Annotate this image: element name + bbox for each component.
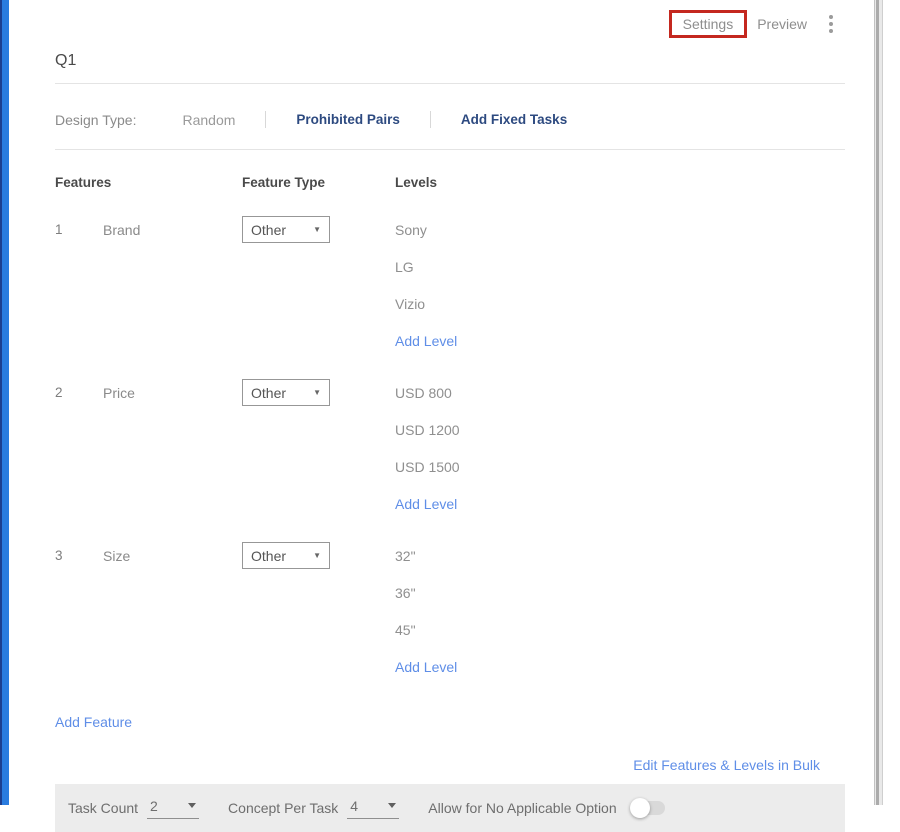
features-rows: 1 Brand Other ▼ Sony LG Vizio Add Level … — [55, 211, 845, 685]
feature-row: 1 Brand Other ▼ Sony LG Vizio Add Level — [55, 211, 845, 359]
toggle-knob — [630, 798, 650, 818]
level-value[interactable]: 32" — [395, 537, 845, 574]
design-type-option-add-fixed-tasks[interactable]: Add Fixed Tasks — [461, 112, 567, 127]
level-value[interactable]: LG — [395, 248, 845, 285]
levels-list: USD 800 USD 1200 USD 1500 Add Level — [395, 374, 845, 522]
kebab-dot — [829, 15, 833, 19]
feature-name[interactable]: Price — [103, 374, 242, 411]
features-table-header: Features Feature Type Levels — [55, 175, 845, 190]
column-header-features: Features — [55, 175, 242, 190]
feature-type-select[interactable]: Other ▼ — [242, 379, 330, 406]
design-type-option-random[interactable]: Random — [182, 112, 235, 128]
feature-index: 2 — [55, 374, 103, 411]
feature-type-select-value: Other — [251, 385, 286, 401]
task-count-select[interactable]: 2 — [147, 798, 199, 819]
feature-index: 3 — [55, 537, 103, 574]
dropdown-arrow-icon — [188, 803, 196, 808]
kebab-menu-icon[interactable] — [823, 11, 839, 37]
preview-button[interactable]: Preview — [753, 10, 811, 38]
no-applicable-option-toggle[interactable] — [632, 801, 665, 815]
separator — [265, 111, 266, 128]
question-title: Q1 — [55, 52, 845, 84]
bulk-edit-row: Edit Features & Levels in Bulk — [55, 757, 845, 775]
design-type-option-prohibited-pairs[interactable]: Prohibited Pairs — [296, 112, 400, 127]
add-feature-link[interactable]: Add Feature — [55, 714, 132, 730]
level-value[interactable]: Vizio — [395, 285, 845, 322]
level-value[interactable]: USD 1500 — [395, 448, 845, 485]
design-type-row: Design Type: Random Prohibited Pairs Add… — [55, 111, 845, 150]
select-arrow-icon: ▼ — [313, 388, 321, 397]
add-level-link[interactable]: Add Level — [395, 648, 845, 685]
feature-type-select[interactable]: Other ▼ — [242, 216, 330, 243]
design-type-label: Design Type: — [55, 112, 136, 128]
concept-per-task-label: Concept Per Task — [228, 800, 338, 816]
vertical-scrollbar[interactable] — [874, 0, 883, 805]
task-count-value: 2 — [150, 798, 158, 814]
settings-button[interactable]: Settings — [683, 16, 734, 32]
add-level-link[interactable]: Add Level — [395, 322, 845, 359]
no-applicable-option-label: Allow for No Applicable Option — [428, 800, 616, 816]
select-arrow-icon: ▼ — [313, 551, 321, 560]
feature-type-select-value: Other — [251, 548, 286, 564]
settings-highlight-box: Settings — [669, 10, 748, 38]
kebab-dot — [829, 29, 833, 33]
task-count-label: Task Count — [68, 800, 138, 816]
column-header-levels: Levels — [395, 175, 845, 190]
concept-per-task-value: 4 — [350, 798, 358, 814]
feature-row: 3 Size Other ▼ 32" 36" 45" Add Level — [55, 537, 845, 685]
levels-list: 32" 36" 45" Add Level — [395, 537, 845, 685]
feature-name[interactable]: Brand — [103, 211, 242, 248]
level-value[interactable]: 45" — [395, 611, 845, 648]
level-value[interactable]: USD 1200 — [395, 411, 845, 448]
feature-type-select-value: Other — [251, 222, 286, 238]
level-value[interactable]: 36" — [395, 574, 845, 611]
add-level-link[interactable]: Add Level — [395, 485, 845, 522]
feature-index: 1 — [55, 211, 103, 248]
feature-name[interactable]: Size — [103, 537, 242, 574]
feature-row: 2 Price Other ▼ USD 800 USD 1200 USD 150… — [55, 374, 845, 522]
select-arrow-icon: ▼ — [313, 225, 321, 234]
header-actions: Settings Preview — [55, 0, 839, 40]
dropdown-arrow-icon — [388, 803, 396, 808]
kebab-dot — [829, 22, 833, 26]
scrollbar-thumb[interactable] — [876, 0, 879, 805]
left-accent-bar — [0, 0, 9, 805]
separator — [430, 111, 431, 128]
level-value[interactable]: Sony — [395, 211, 845, 248]
levels-list: Sony LG Vizio Add Level — [395, 211, 845, 359]
level-value[interactable]: USD 800 — [395, 374, 845, 411]
feature-type-select[interactable]: Other ▼ — [242, 542, 330, 569]
edit-features-levels-bulk-link[interactable]: Edit Features & Levels in Bulk — [633, 757, 820, 773]
question-editor-panel: Settings Preview Q1 Design Type: Random … — [55, 0, 845, 832]
concept-per-task-select[interactable]: 4 — [347, 798, 399, 819]
column-header-feature-type: Feature Type — [242, 175, 395, 190]
task-settings-bar: Task Count 2 Concept Per Task 4 Allow fo… — [55, 784, 845, 832]
